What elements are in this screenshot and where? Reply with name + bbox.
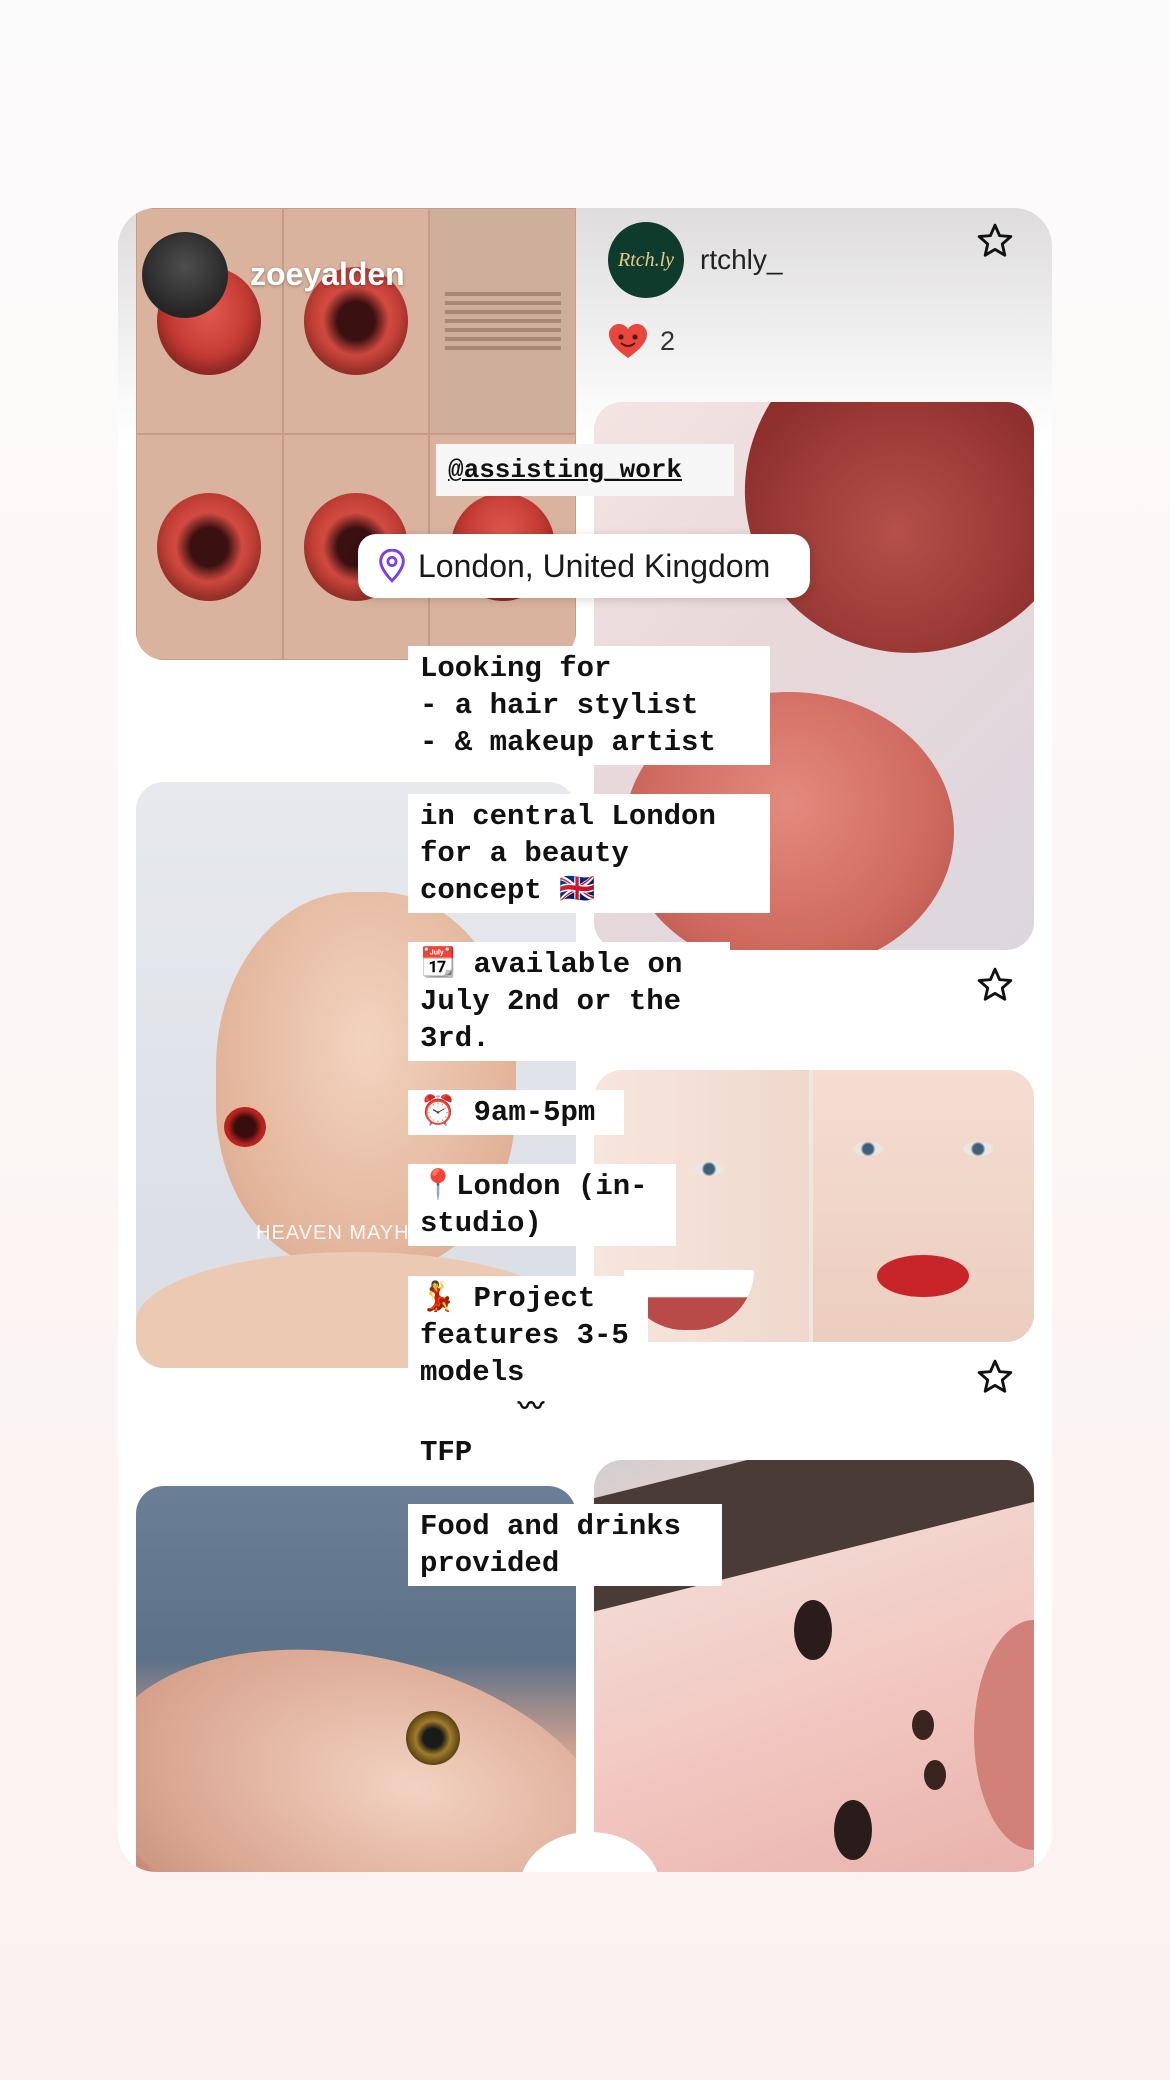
star-outline-icon[interactable]	[976, 222, 1014, 260]
username-zoeyalden[interactable]: zoeyalden	[250, 256, 405, 293]
text-block-availability: 📆 available on July 2nd or the 3rd.	[408, 942, 730, 1061]
location-sticker[interactable]: London, United Kingdom	[358, 534, 810, 598]
star-outline-icon[interactable]	[976, 966, 1014, 1004]
rtchly-avatar[interactable]: Rtch.ly	[608, 222, 684, 298]
zoeyalden-avatar[interactable]	[142, 232, 228, 318]
location-pin-icon	[379, 549, 405, 583]
location-label: London, United Kingdom	[418, 547, 771, 584]
username-rtchly[interactable]: rtchly_	[700, 244, 782, 276]
wavy-dash-divider: 〰	[518, 1393, 545, 1423]
like-count: 2	[660, 326, 676, 356]
text-block-studio: 📍London (in- studio)	[408, 1164, 676, 1246]
mention-handle[interactable]: @assisting_work	[436, 444, 734, 496]
collage-cell	[136, 434, 283, 660]
heart-emoji-icon[interactable]	[608, 324, 648, 360]
collage-cell-text	[429, 208, 576, 434]
text-block-food: Food and drinks provided	[408, 1504, 722, 1586]
photo-caption: HEAVEN MAYH	[256, 1222, 410, 1244]
text-block-looking-for: Looking for - a hair stylist - & makeup …	[408, 646, 770, 765]
text-block-concept: in central London for a beauty concept 🇬…	[408, 794, 770, 913]
text-block-tfp: TFP	[420, 1436, 473, 1469]
text-block-models: 💃 Project features 3-5 models	[408, 1276, 648, 1395]
collage-cell	[282, 208, 430, 434]
text-block-hours: ⏰ 9am-5pm	[408, 1090, 624, 1135]
star-outline-icon[interactable]	[976, 1358, 1014, 1396]
